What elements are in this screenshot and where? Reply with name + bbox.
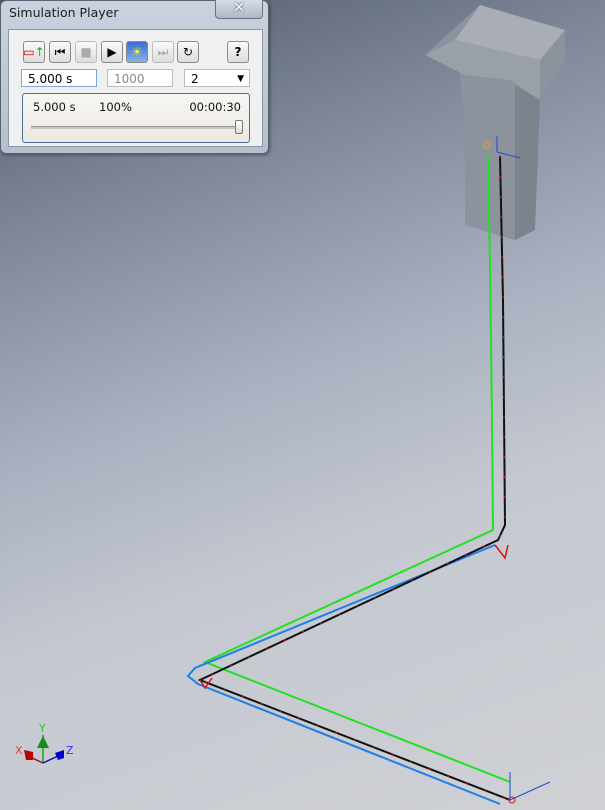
percent-complete: 100% [99,100,132,114]
chevron-down-icon: ▼ [237,74,244,84]
coordinate-move-icon: ▭↑ [23,45,45,59]
view-triad [24,735,64,764]
part-triad-bottom [508,772,551,804]
axis-z-label: Z [66,744,74,757]
images-input[interactable]: 1000 [107,69,173,87]
axis-x-label: X [15,744,23,757]
skip-start-icon: ⏮ [54,44,66,59]
simulation-player-window: Simulation Player ✕ ▭↑ ⏮ ■ ▶ ☀ ⏭ ↻ ? 5.0… [0,0,269,154]
construction-mode-button[interactable]: ▭↑ [23,41,45,63]
help-button[interactable]: ? [227,41,249,63]
rewind-button[interactable]: ⏮ [49,41,71,63]
stop-icon: ■ [80,45,92,59]
render-button[interactable]: ☀ [126,41,148,63]
help-icon: ? [234,45,242,59]
scene-image-icon: ☀ [131,45,143,59]
elapsed-time: 00:00:30 [189,100,241,114]
skip-end-icon: ⏭ [157,44,169,59]
window-title: Simulation Player [9,5,119,20]
progress-slider[interactable] [31,126,241,129]
filter-value: 2 [191,72,199,86]
stop-button[interactable]: ■ [75,41,97,63]
skip-end-button[interactable]: ⏭ [152,41,174,63]
current-time: 5.000 s [33,100,76,114]
pipe-path-green [202,155,511,783]
loop-button[interactable]: ↻ [177,41,199,63]
play-icon: ▶ [107,45,117,59]
playback-status: 5.000 s 100% 00:00:30 [22,93,250,143]
slider-thumb[interactable] [235,120,243,134]
arrow-block [425,5,565,240]
play-button[interactable]: ▶ [101,41,123,63]
loop-icon: ↻ [182,45,194,59]
end-time-input[interactable]: 5.000 s [21,69,97,87]
close-button[interactable]: ✕ [215,0,263,19]
axis-y-label: Y [39,722,46,735]
filter-select[interactable]: 2 ▼ [184,69,250,87]
